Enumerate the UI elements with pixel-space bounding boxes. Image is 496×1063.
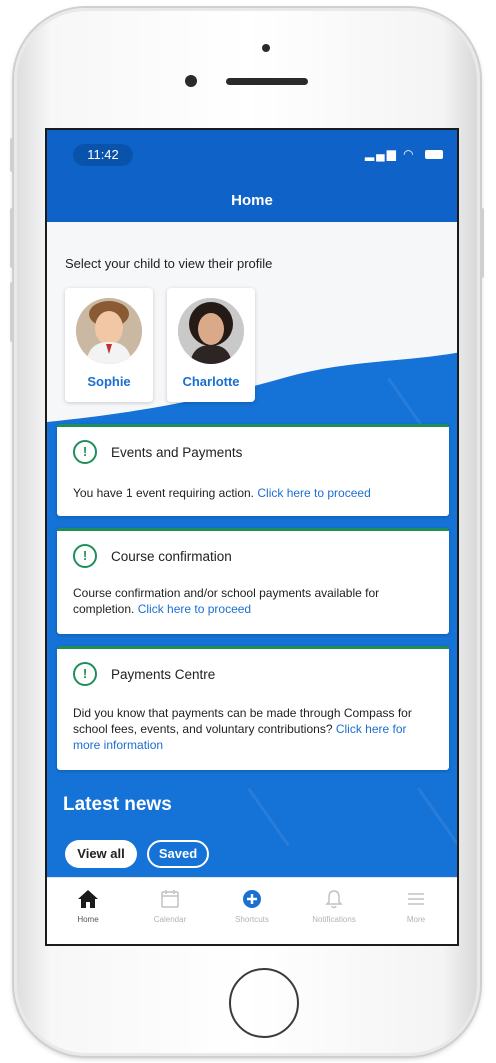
latest-news-heading: Latest news: [63, 794, 172, 815]
app-screen: 11:42 ▂▄▆ ◠ Home Select your child to vi…: [45, 128, 459, 946]
background-stroke: [247, 787, 290, 847]
bottom-tab-bar: Home Calendar Shortcuts Notifications Mo…: [47, 877, 457, 944]
tab-shortcuts[interactable]: Shortcuts: [211, 878, 293, 944]
select-child-prompt: Select your child to view their profile: [65, 256, 273, 271]
child-card-sophie[interactable]: Sophie: [65, 288, 153, 402]
card-title: Course confirmation: [111, 548, 232, 564]
tab-label: More: [406, 915, 426, 924]
avatar: [178, 298, 244, 364]
card-title: Events and Payments: [111, 444, 243, 460]
bell-icon: [323, 888, 345, 910]
menu-icon: [405, 888, 427, 910]
payments-centre-card[interactable]: ! Payments Centre Did you know that paym…: [57, 646, 449, 770]
background-stroke: [417, 787, 457, 847]
mute-switch: [10, 138, 14, 172]
tab-home[interactable]: Home: [47, 878, 129, 944]
card-body-text: You have 1 event requiring action.: [73, 486, 258, 500]
alert-icon: !: [73, 440, 97, 464]
status-time: 11:42: [73, 144, 133, 166]
tab-notifications[interactable]: Notifications: [293, 878, 375, 944]
page-title: Home: [47, 180, 457, 222]
tab-calendar[interactable]: Calendar: [129, 878, 211, 944]
home-icon: [77, 888, 99, 910]
home-content[interactable]: Select your child to view their profile …: [47, 222, 457, 878]
saved-filter[interactable]: Saved: [147, 840, 209, 868]
tab-more[interactable]: More: [375, 878, 457, 944]
wifi-icon: ◠: [403, 147, 416, 161]
course-confirmation-card[interactable]: ! Course confirmation Course confirmatio…: [57, 528, 449, 634]
events-payments-card[interactable]: ! Events and Payments You have 1 event r…: [57, 424, 449, 516]
alert-icon: !: [73, 544, 97, 568]
proceed-link[interactable]: Click here to proceed: [138, 602, 251, 616]
child-name: Sophie: [87, 374, 131, 389]
proximity-sensor: [262, 44, 270, 52]
card-body: Did you know that payments can be made t…: [73, 705, 435, 753]
tab-label: Calendar: [153, 915, 187, 924]
tab-label: Notifications: [312, 915, 356, 924]
status-bar: 11:42 ▂▄▆ ◠: [47, 130, 457, 180]
card-title: Payments Centre: [111, 666, 216, 682]
proceed-link[interactable]: Click here to proceed: [257, 486, 370, 500]
card-body: You have 1 event requiring action. Click…: [73, 485, 435, 501]
calendar-icon: [159, 888, 181, 910]
volume-down-button: [10, 282, 14, 342]
volume-up-button: [10, 208, 14, 268]
front-camera: [185, 75, 197, 87]
avatar: [76, 298, 142, 364]
plus-circle-icon: [241, 888, 263, 910]
child-name: Charlotte: [182, 374, 240, 389]
home-button[interactable]: [229, 968, 299, 1038]
status-icons: ▂▄▆ ◠: [365, 147, 443, 161]
child-card-charlotte[interactable]: Charlotte: [167, 288, 255, 402]
signal-icon: ▂▄▆: [364, 147, 398, 161]
alert-icon: !: [73, 662, 97, 686]
battery-icon: [425, 150, 443, 160]
view-all-filter[interactable]: View all: [65, 840, 137, 868]
power-button: [480, 208, 484, 278]
tab-label: Home: [77, 915, 99, 924]
card-body: Course confirmation and/or school paymen…: [73, 585, 435, 617]
earpiece-speaker: [226, 78, 308, 85]
tab-label: Shortcuts: [235, 915, 269, 924]
